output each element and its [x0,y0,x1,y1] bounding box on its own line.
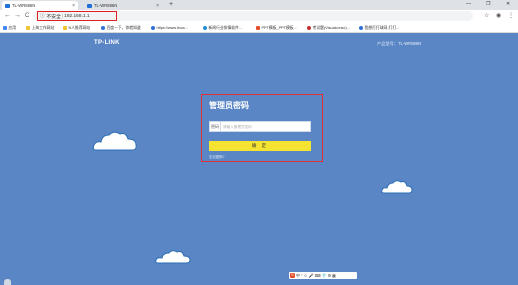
confirm-button[interactable]: 确 定 [209,141,311,151]
tplink-favicon-icon [5,3,10,8]
back-icon[interactable]: ← [4,12,11,20]
bookmark-label: 新闻行业排情软件... [208,25,243,30]
browser-tab-strip: TL-WR886N × TL-WR886N × + — ❐ ✕ [0,0,518,10]
tab-title: TL-WR886N [94,3,118,8]
window-close-icon[interactable]: ✕ [506,1,510,7]
bookmark-label: 我想打打球网-打打... [364,25,400,30]
tplink-logo: TP-LINK [94,40,120,46]
cloud-icon [92,131,137,151]
ime-mode-icon[interactable]: 中 [296,273,300,278]
bookmark-label: 百度一下，你就知道 [106,25,141,30]
password-row: 密码 [209,121,311,132]
login-title: 管理员密码 [209,101,249,110]
tab-title: TL-WR886N [12,3,36,8]
bookmark-exam[interactable]: 考试题(Visualconsc)... [307,24,350,32]
password-label: 密码 [210,122,221,131]
forgot-password-link[interactable]: 忘记密码? [209,154,224,159]
url-separator: | [61,13,64,19]
bookmark-label: PPT模板_PPT模板... [261,25,297,30]
maximize-icon[interactable]: ❐ [486,1,490,7]
reload-icon[interactable]: C [25,12,29,20]
keyboard-icon[interactable]: ⌨ [315,273,321,278]
cloud-icon [155,250,191,264]
minimize-icon[interactable]: — [466,1,471,7]
new-tab-button[interactable]: + [167,1,175,9]
site-icon [203,26,207,30]
exam-site-icon [307,26,311,30]
settings-icon[interactable]: ⚙ [327,273,331,278]
bookmark-news-software[interactable]: 新闻行业排情软件... [203,24,242,32]
bookmark-baidu[interactable]: 百度一下，你就知道 [101,24,141,32]
taskbar-app-icon[interactable] [4,279,11,285]
password-input[interactable] [221,122,310,131]
ppt-icon [256,26,260,30]
bookmark-ball-game[interactable]: 我想打打球网-打打... [359,24,399,32]
site-icon [359,26,363,30]
folder-icon [26,26,30,30]
star-icon[interactable]: ☆ [484,12,489,19]
url-text: 192.168.1.1 [64,13,90,19]
login-panel: 管理员密码 密码 确 定 忘记密码? [201,94,323,162]
bookmark-folder-recommended[interactable]: N人推荐网站 [63,24,90,32]
skin-icon[interactable]: 👕 [321,273,326,278]
microphone-icon[interactable]: 🎤 [309,273,314,278]
security-label: 不安全 [46,14,61,20]
cloud-icon [381,180,413,194]
bookmarks-bar: 应用 上海工作网站 N人推荐网站 百度一下，你就知道 https://www.l… [0,23,518,33]
tplink-favicon-icon [87,3,92,8]
bookmark-label: 上海工作网站 [31,25,55,30]
address-bar-highlight[interactable]: ⓘ 不安全 | 192.168.1.1 [37,11,117,21]
profile-icon[interactable]: ◉ [496,12,501,19]
input-method-tray: S 中 ° ☺ 🎤 ⌨ 👕 ⚙ ▦ [289,272,357,279]
folder-icon [63,26,67,30]
globe-icon [151,26,155,30]
model-label: 产品型号：TL-WR886N [377,41,422,46]
bookmark-label: 考试题(Visualconsc)... [312,25,350,30]
forward-icon[interactable]: → [14,12,21,20]
tab-close-icon[interactable]: × [72,3,75,9]
bookmark-label: https://www.linux... [156,26,188,30]
punctuation-icon[interactable]: ° [301,273,303,278]
apps-grid-icon [3,26,7,30]
bookmark-label: 应用 [8,25,17,30]
router-login-page: TP-LINK 产品型号：TL-WR886N 管理员密码 密码 确 定 忘记密码… [0,33,518,285]
info-icon[interactable]: ⓘ [40,13,45,19]
bookmark-folder-shanghai[interactable]: 上海工作网站 [26,24,54,32]
tab-tl-wr886n-1[interactable]: TL-WR886N × [2,1,78,10]
sogou-ime-icon[interactable]: S [290,273,295,278]
menu-icon[interactable]: ⋮ [508,12,514,19]
emoji-icon[interactable]: ☺ [304,273,308,278]
bookmark-apps[interactable]: 应用 [3,24,16,32]
tab-tl-wr886n-2[interactable]: TL-WR886N × [84,1,162,10]
tab-close-icon[interactable]: × [156,3,159,9]
toolbox-icon[interactable]: ▦ [332,273,336,278]
bookmark-ppt-templates[interactable]: PPT模板_PPT模板... [256,24,297,32]
bookmark-label: N人推荐网站 [68,25,91,30]
baidu-paw-icon [101,26,105,30]
browser-toolbar: ← → C ⓘ 不安全 | 192.168.1.1 ☆ ◉ ⋮ [0,10,518,23]
bookmark-linux[interactable]: https://www.linux... [151,24,188,32]
